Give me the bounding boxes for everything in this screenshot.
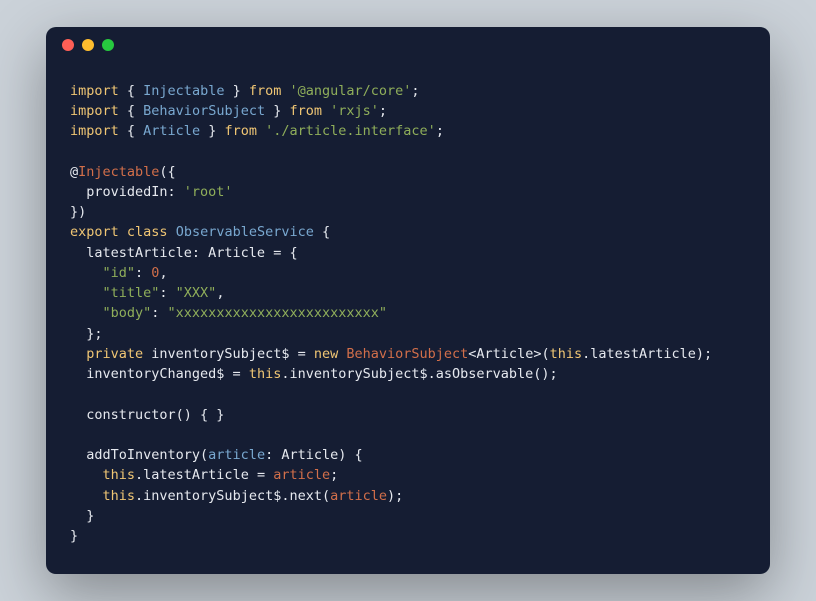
keyword-import: import (70, 83, 119, 99)
import-injectable: Injectable (143, 83, 224, 99)
keyword-this: this (550, 346, 583, 362)
string-xxx: "XXX" (176, 285, 217, 301)
ctor-behaviorsubject: BehaviorSubject (346, 346, 468, 362)
keyword-from: from (249, 83, 282, 99)
keyword-private: private (70, 346, 143, 362)
close-icon[interactable] (62, 39, 74, 51)
window-titlebar (46, 27, 770, 63)
keyword-this: this (103, 467, 136, 483)
keyword-from: from (224, 123, 257, 139)
string-root: 'root' (184, 184, 233, 200)
constructor: constructor() { } (70, 407, 224, 423)
string-module: 'rxjs' (330, 103, 379, 119)
obj-key-id: "id" (70, 265, 135, 281)
arg-article: article (330, 488, 387, 504)
keyword-class: class (127, 224, 168, 240)
method-add-to-inventory: addToInventory( (70, 447, 208, 463)
keyword-import: import (70, 103, 119, 119)
param-article: article (208, 447, 265, 463)
keyword-new: new (314, 346, 338, 362)
arg-article: article (273, 467, 330, 483)
keyword-from: from (289, 103, 322, 119)
minimize-icon[interactable] (82, 39, 94, 51)
import-article: Article (143, 123, 200, 139)
property-latest-article: latestArticle: Article = { (70, 245, 298, 261)
code-block: import { Injectable } from '@angular/cor… (46, 63, 770, 575)
code-window: import { Injectable } from '@angular/cor… (46, 27, 770, 575)
maximize-icon[interactable] (102, 39, 114, 51)
class-name: ObservableService (176, 224, 314, 240)
import-behaviorsubject: BehaviorSubject (143, 103, 265, 119)
provided-in-key: providedIn: (70, 184, 184, 200)
keyword-export: export (70, 224, 119, 240)
keyword-this: this (103, 488, 136, 504)
string-module: './article.interface' (265, 123, 436, 139)
obj-key-body: "body" (70, 305, 151, 321)
decorator-injectable: Injectable (78, 164, 159, 180)
keyword-import: import (70, 123, 119, 139)
keyword-this: this (249, 366, 282, 382)
string-module: '@angular/core' (290, 83, 412, 99)
obj-key-title: "title" (70, 285, 159, 301)
string-body: "xxxxxxxxxxxxxxxxxxxxxxxxx" (168, 305, 387, 321)
